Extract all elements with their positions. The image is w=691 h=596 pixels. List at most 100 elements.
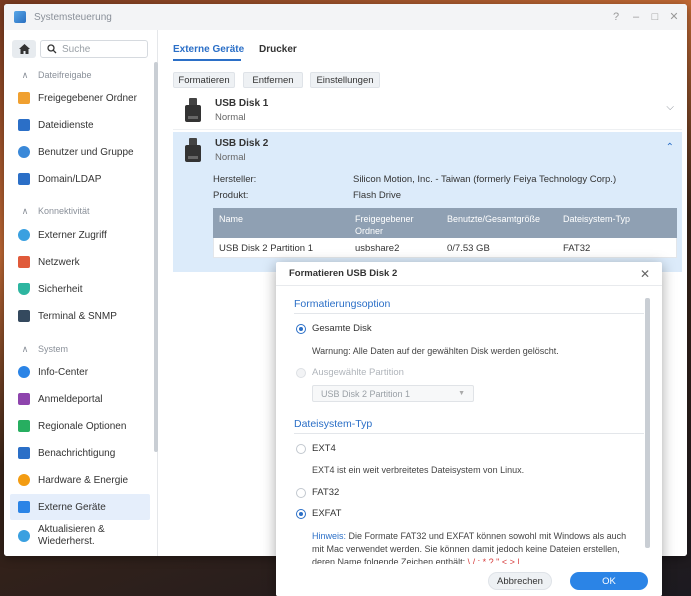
sidebar-item-label: Netzwerk <box>38 256 80 268</box>
section-connectivity[interactable]: ∧ Konnektivität <box>4 202 154 220</box>
settings-button[interactable]: Einstellungen <box>310 72 380 88</box>
sidebar-item-info-center[interactable]: Info-Center <box>10 359 150 385</box>
column-header[interactable]: Benutzte/Gesamtgröße <box>447 213 540 225</box>
section-label: System <box>38 344 69 354</box>
cancel-button[interactable]: Abbrechen <box>488 572 552 590</box>
dialog-footer: Abbrechen OK <box>276 564 662 596</box>
folder-icon <box>18 92 30 104</box>
notification-icon <box>18 447 30 459</box>
column-header[interactable]: Dateisystem-Typ <box>563 213 630 225</box>
sidebar-item-regional-options[interactable]: Regionale Optionen <box>10 413 150 439</box>
sidebar-item-update[interactable]: Aktualisieren & Wiederherst. <box>10 521 150 551</box>
radio-label-exfat[interactable]: EXFAT <box>312 508 341 519</box>
hint-line-2: mit Mac verwendet werden. Sie können dam… <box>312 544 620 554</box>
info-icon <box>18 366 30 378</box>
eject-button[interactable]: Entfernen <box>243 72 303 88</box>
search-icon <box>47 44 57 54</box>
section-label: Konnektivität <box>38 206 90 216</box>
sidebar-item-security[interactable]: Sicherheit <box>10 276 150 302</box>
table-cell: usbshare2 <box>355 243 400 254</box>
sidebar-item-label: Aktualisieren & Wiederherst. <box>38 524 105 547</box>
format-button[interactable]: Formatieren <box>173 72 235 88</box>
sidebar-item-label: Sicherheit <box>38 283 83 295</box>
manufacturer-label: Hersteller: <box>213 174 257 185</box>
radio-fat32[interactable] <box>296 488 306 498</box>
partition-select-value: USB Disk 2 Partition 1 <box>321 388 411 399</box>
search-box[interactable] <box>40 40 148 58</box>
column-header[interactable]: Freigegebener Ordner <box>355 213 435 237</box>
radio-whole-disk[interactable] <box>296 324 306 334</box>
section-file-sharing[interactable]: ∧ Dateifreigabe <box>4 66 154 84</box>
close-icon[interactable]: ✕ <box>668 11 680 23</box>
partition-select[interactable]: USB Disk 2 Partition 1 ▼ <box>312 385 474 402</box>
sidebar-item-hardware[interactable]: Hardware & Energie <box>10 467 150 493</box>
table-header: Name Freigegebener Ordner Benutzte/Gesam… <box>213 208 677 238</box>
disk-status: Normal <box>215 152 246 163</box>
table-row[interactable]: USB Disk 2 Partition 1 usbshare2 0/7.53 … <box>213 238 677 258</box>
sidebar-item-external-access[interactable]: Externer Zugriff <box>10 222 150 248</box>
sidebar-item-domain[interactable]: Domain/LDAP <box>10 166 150 192</box>
divider <box>294 313 644 314</box>
tab-printer[interactable]: Drucker <box>259 44 297 55</box>
sidebar-item-login-portal[interactable]: Anmeldeportal <box>10 386 150 412</box>
tab-external-devices[interactable]: Externe Geräte <box>173 44 244 55</box>
search-input[interactable] <box>62 43 142 55</box>
warning-text: Warnung: Alle Daten auf der gewählten Di… <box>312 346 559 356</box>
radio-ext4[interactable] <box>296 444 306 454</box>
disk-row-2[interactable]: USB Disk 2 Normal ⌃ Hersteller: Silicon … <box>173 132 682 272</box>
portal-icon <box>18 393 30 405</box>
dialog-scrollbar[interactable] <box>645 298 650 548</box>
usb-drive-icon <box>185 138 201 162</box>
maximize-icon[interactable]: □ <box>649 11 661 23</box>
sidebar-item-terminal[interactable]: Terminal & SNMP <box>10 303 150 329</box>
sidebar-item-notification[interactable]: Benachrichtigung <box>10 440 150 466</box>
ok-button[interactable]: OK <box>570 572 648 590</box>
chevron-down-icon[interactable]: ⌵ <box>666 102 674 113</box>
radio-label-selected-partition[interactable]: Ausgewählte Partition <box>312 367 404 378</box>
column-header[interactable]: Name <box>219 213 243 225</box>
sidebar-item-users[interactable]: Benutzer und Gruppe <box>10 139 150 165</box>
sidebar-scrollbar[interactable] <box>154 62 158 452</box>
sidebar-item-network[interactable]: Netzwerk <box>10 249 150 275</box>
sidebar-item-file-services[interactable]: Dateidienste <box>10 112 150 138</box>
active-tab-indicator <box>173 59 241 61</box>
home-icon <box>18 44 30 54</box>
tab-bar: Externe Geräte Drucker <box>159 30 687 66</box>
sidebar-item-shared-folder[interactable]: Freigegebener Ordner <box>10 85 150 111</box>
manufacturer-value: Silicon Motion, Inc. - Taiwan (formerly … <box>353 174 617 185</box>
radio-label-ext4[interactable]: EXT4 <box>312 443 336 454</box>
ext4-description: EXT4 ist ein weit verbreitetes Dateisyst… <box>312 465 525 475</box>
radio-selected-partition[interactable] <box>296 368 306 378</box>
sidebar-item-external-devices[interactable]: Externe Geräte <box>10 494 150 520</box>
disk-name: USB Disk 1 <box>215 98 269 109</box>
hint-line-1: Die Formate FAT32 und EXFAT können sowoh… <box>346 531 627 541</box>
chevron-up-icon: ∧ <box>21 69 29 80</box>
bulb-icon <box>18 474 30 486</box>
radio-label-fat32[interactable]: FAT32 <box>312 487 339 498</box>
table-cell: USB Disk 2 Partition 1 <box>219 243 313 254</box>
domain-icon <box>18 173 30 185</box>
control-panel-icon <box>14 11 26 23</box>
usb-drive-icon <box>185 98 201 122</box>
sidebar-item-label: Regionale Optionen <box>38 420 127 432</box>
chevron-up-icon[interactable]: ⌃ <box>666 142 674 153</box>
section-system[interactable]: ∧ System <box>4 340 154 358</box>
close-icon[interactable]: ✕ <box>640 267 650 281</box>
terminal-icon <box>18 310 30 322</box>
help-icon[interactable]: ? <box>610 11 622 23</box>
dialog-title-bar: Formatieren USB Disk 2 ✕ <box>276 262 662 286</box>
disk-name: USB Disk 2 <box>215 138 269 149</box>
hint-keyword: Hinweis: <box>312 531 347 541</box>
shield-icon <box>18 283 30 295</box>
table-cell: FAT32 <box>563 243 591 254</box>
radio-label-whole-disk[interactable]: Gesamte Disk <box>312 323 372 334</box>
disk-row-1[interactable]: USB Disk 1 Normal ⌵ <box>173 92 682 130</box>
home-button[interactable] <box>12 40 36 58</box>
sidebar-item-label: Anmeldeportal <box>38 393 103 405</box>
sidebar-item-label: Info-Center <box>38 366 89 378</box>
section-format-option: Formatierungsoption <box>294 298 391 310</box>
sidebar-item-label: Benachrichtigung <box>38 447 116 459</box>
minimize-icon[interactable]: – <box>630 11 642 23</box>
radio-exfat[interactable] <box>296 509 306 519</box>
format-dialog: Formatieren USB Disk 2 ✕ Formatierungsop… <box>276 262 662 596</box>
